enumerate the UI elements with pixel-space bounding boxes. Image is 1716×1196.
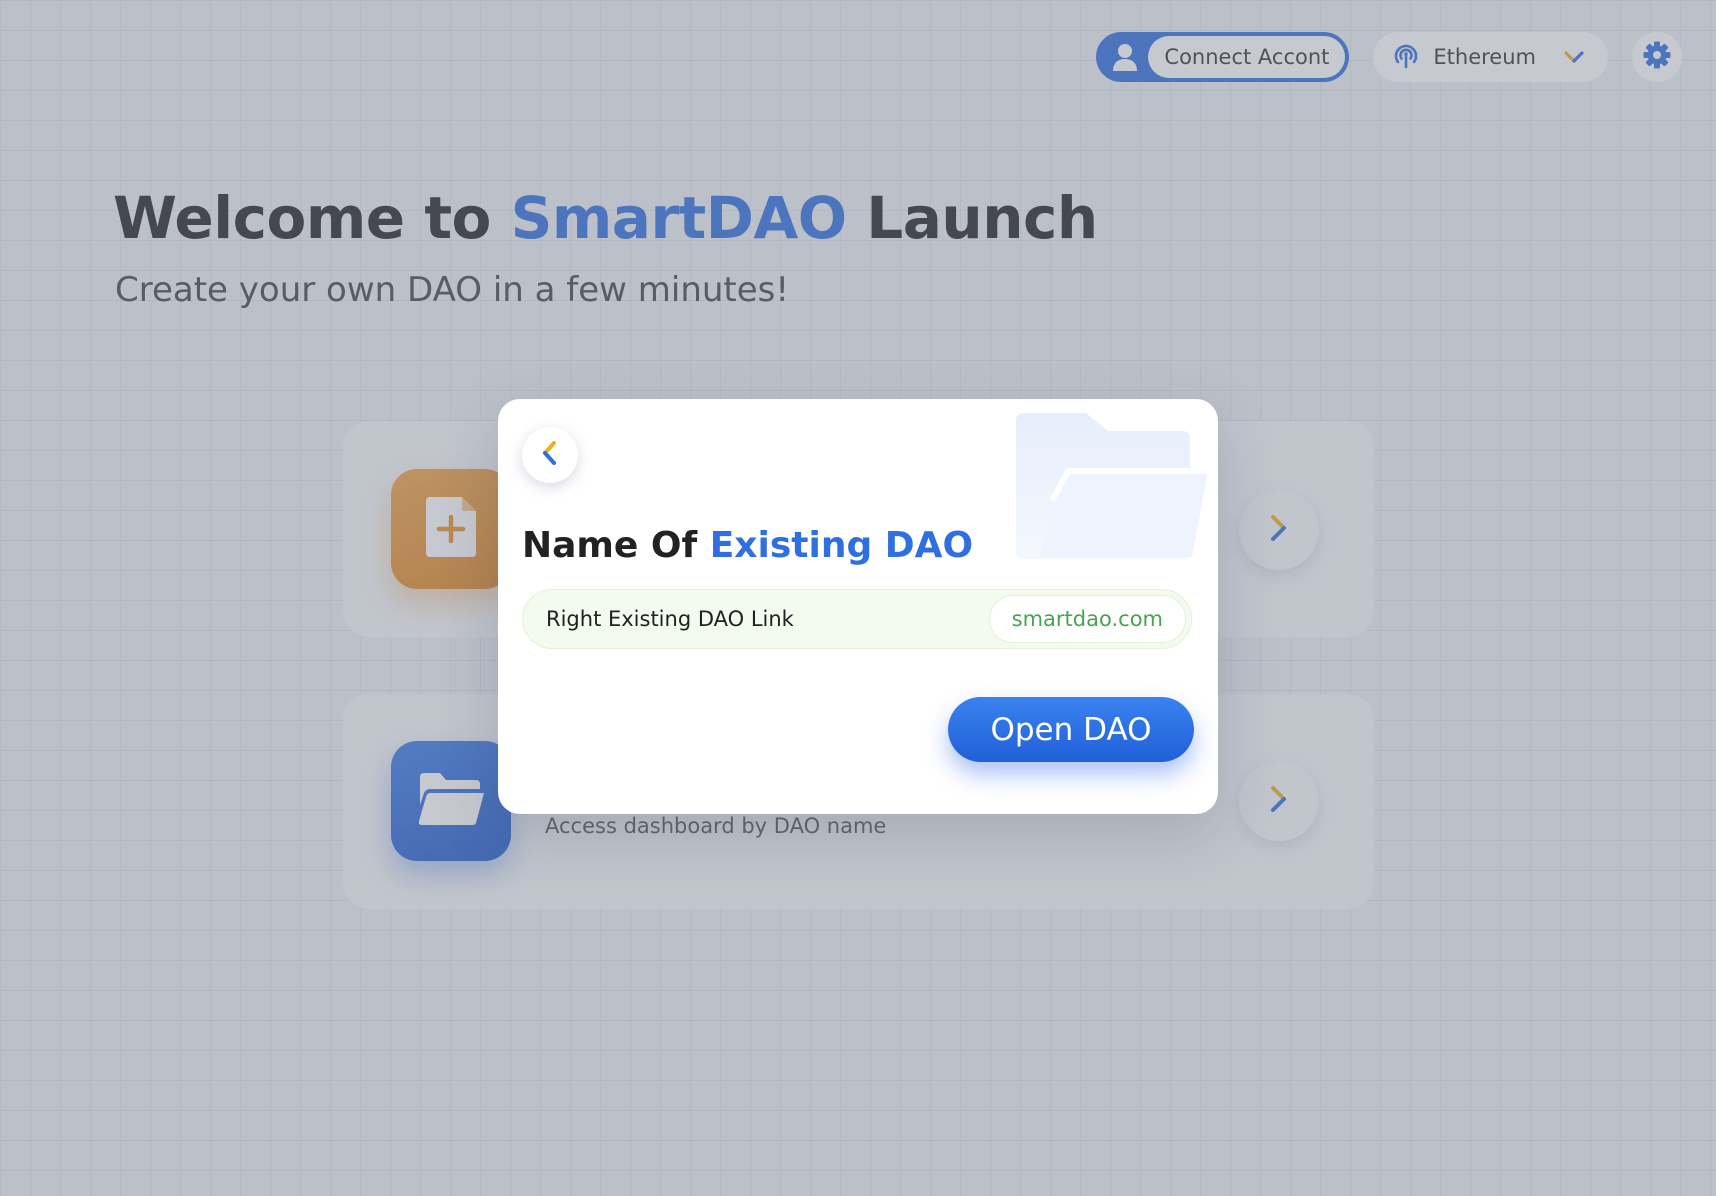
open-dao-button[interactable]: Open DAO xyxy=(948,697,1194,762)
folder-decoration-icon xyxy=(1012,411,1208,565)
open-existing-dao-modal: Name Of Existing DAO smartdao.com Open D… xyxy=(498,399,1218,814)
domain-suffix-badge: smartdao.com xyxy=(988,595,1186,643)
modal-title-prefix: Name Of xyxy=(522,525,710,566)
launch-page: Connect Accont Ethereum Welcome to Smart… xyxy=(0,0,1716,1196)
dao-link-input[interactable] xyxy=(546,590,989,648)
chevron-left-icon xyxy=(540,439,560,471)
modal-title-accent: Existing DAO xyxy=(709,525,974,566)
modal-title: Name Of Existing DAO xyxy=(522,525,973,566)
back-button[interactable] xyxy=(522,427,578,483)
dao-link-field: smartdao.com xyxy=(522,589,1192,649)
